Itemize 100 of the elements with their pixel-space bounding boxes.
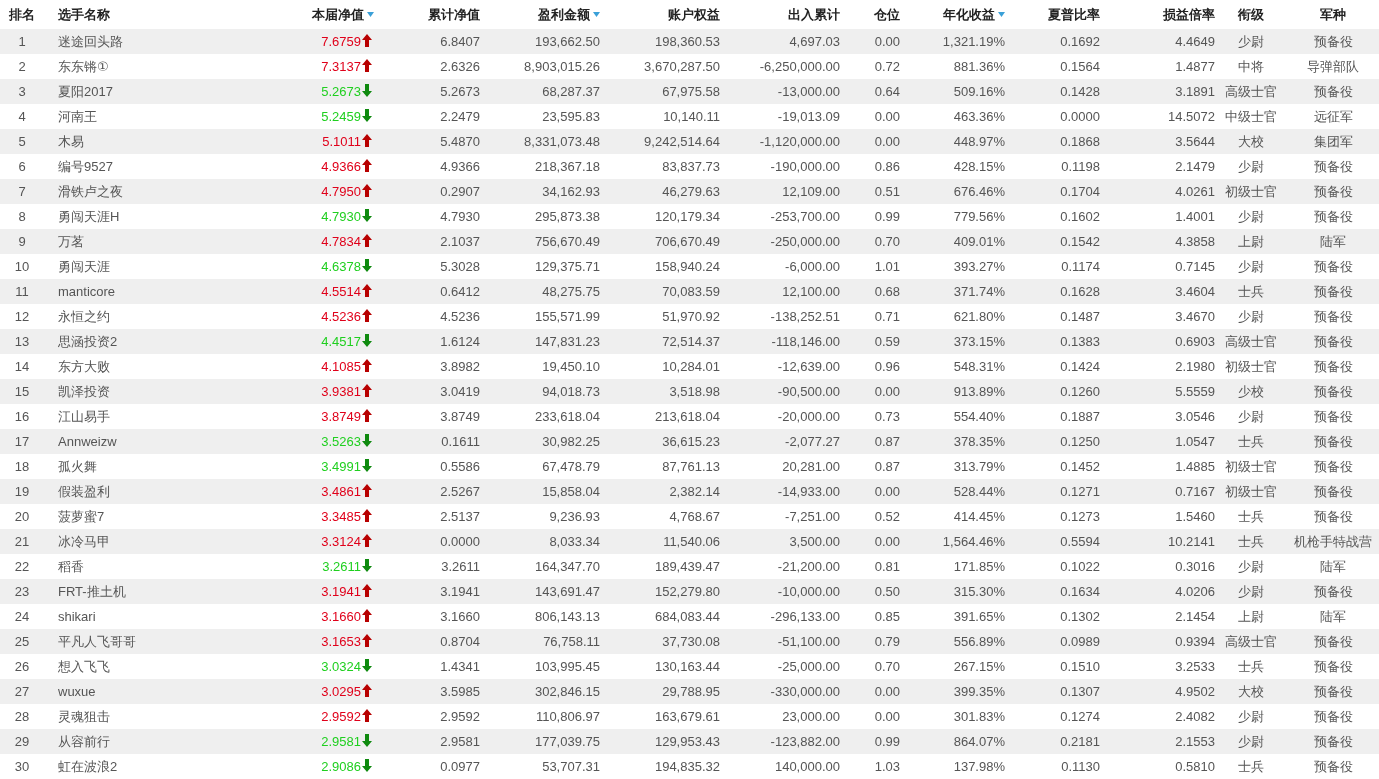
- position-cell: 0.00: [874, 534, 900, 549]
- nav-cell: 7.6759: [321, 34, 361, 49]
- equity-cell: 11,540.06: [663, 534, 720, 549]
- equity-cell: 189,439.47: [654, 559, 720, 574]
- military-rank-cell: 士兵: [1238, 432, 1264, 451]
- military-rank-cell: 士兵: [1238, 507, 1264, 526]
- branch-cell: 预备役: [1313, 332, 1353, 351]
- position-cell: 0.52: [874, 509, 900, 524]
- sharpe-cell: 0.1564: [1060, 59, 1100, 74]
- profit-cell: 68,287.37: [542, 84, 600, 99]
- profit-cell: 8,033.34: [549, 534, 600, 549]
- position-cell: 0.50: [874, 584, 900, 599]
- flow-cell: -138,252.51: [770, 309, 840, 324]
- sharpe-cell: 0.1602: [1060, 209, 1100, 224]
- position-cell: 0.73: [874, 409, 900, 424]
- nav-cell: 4.7834: [321, 234, 361, 249]
- nav-cell: 5.2459: [321, 109, 361, 124]
- player-name-cell: 假装盈利: [58, 482, 110, 501]
- sharpe-cell: 0.1634: [1060, 584, 1100, 599]
- column-header: 排名: [9, 5, 35, 24]
- player-name-cell: 冰冷马甲: [58, 532, 110, 551]
- flow-cell: 20,281.00: [782, 459, 840, 474]
- profit-cell: 233,618.04: [534, 409, 600, 424]
- rank-cell: 26: [14, 659, 30, 674]
- flow-cell: -7,251.00: [785, 509, 840, 524]
- sharpe-cell: 0.1704: [1060, 184, 1100, 199]
- sharpe-cell: 0.0000: [1060, 109, 1100, 124]
- sort-down-icon[interactable]: [367, 12, 374, 17]
- profit-cell: 34,162.93: [542, 184, 600, 199]
- position-cell: 0.99: [874, 734, 900, 749]
- sort-down-icon[interactable]: [998, 12, 1005, 17]
- column-header[interactable]: 盈利金额: [538, 5, 590, 24]
- annual-return-cell: 373.15%: [953, 334, 1005, 349]
- military-rank-cell: 少尉: [1238, 557, 1264, 576]
- cumulative-nav-cell: 3.0419: [440, 384, 480, 399]
- equity-cell: 213,618.04: [654, 409, 720, 424]
- equity-cell: 67,975.58: [662, 84, 720, 99]
- cumulative-nav-cell: 0.0000: [440, 534, 480, 549]
- flow-cell: 12,100.00: [782, 284, 840, 299]
- column-header: 军种: [1320, 5, 1346, 24]
- profit-cell: 103,995.45: [534, 659, 600, 674]
- pl-ratio-cell: 5.5559: [1175, 384, 1215, 399]
- column-header: 衔级: [1238, 5, 1264, 24]
- sharpe-cell: 0.1428: [1060, 84, 1100, 99]
- nav-cell: 3.4991: [321, 459, 361, 474]
- annual-return-cell: 428.15%: [953, 159, 1005, 174]
- position-cell: 0.00: [874, 484, 900, 499]
- position-cell: 0.96: [874, 359, 900, 374]
- pl-ratio-cell: 1.4877: [1175, 59, 1215, 74]
- nav-cell: 3.8749: [321, 409, 361, 424]
- rank-cell: 7: [18, 184, 26, 199]
- annual-return-cell: 881.36%: [953, 59, 1005, 74]
- column-header[interactable]: 年化收益: [943, 5, 995, 24]
- annual-return-cell: 171.85%: [953, 559, 1005, 574]
- position-cell: 0.85: [874, 609, 900, 624]
- position-cell: 0.00: [874, 109, 900, 124]
- annual-return-cell: 779.56%: [953, 209, 1005, 224]
- column-header: 损益倍率: [1163, 5, 1215, 24]
- pl-ratio-cell: 4.9502: [1175, 684, 1215, 699]
- profit-cell: 30,982.25: [542, 434, 600, 449]
- branch-cell: 预备役: [1313, 82, 1353, 101]
- sharpe-cell: 0.1307: [1060, 684, 1100, 699]
- column-header[interactable]: 本届净值: [312, 5, 364, 24]
- profit-cell: 48,275.75: [542, 284, 600, 299]
- flow-cell: -21,200.00: [777, 559, 840, 574]
- column-header: 累计净值: [428, 5, 480, 24]
- profit-cell: 8,903,015.26: [524, 59, 600, 74]
- branch-cell: 预备役: [1313, 582, 1353, 601]
- flow-cell: -296,133.00: [770, 609, 840, 624]
- sort-down-icon[interactable]: [593, 12, 600, 17]
- military-rank-cell: 初级士官: [1225, 457, 1277, 476]
- position-cell: 0.00: [874, 709, 900, 724]
- position-cell: 0.64: [874, 84, 900, 99]
- nav-cell: 4.4517: [321, 334, 361, 349]
- nav-cell: 2.9581: [321, 734, 361, 749]
- sharpe-cell: 0.1302: [1060, 609, 1100, 624]
- profit-cell: 806,143.13: [534, 609, 600, 624]
- rank-cell: 13: [14, 334, 30, 349]
- annual-return-cell: 409.01%: [953, 234, 1005, 249]
- branch-cell: 预备役: [1313, 407, 1353, 426]
- player-name-cell: FRT-推土机: [58, 582, 126, 601]
- military-rank-cell: 少校: [1238, 382, 1264, 401]
- cumulative-nav-cell: 2.1037: [440, 234, 480, 249]
- profit-cell: 129,375.71: [534, 259, 600, 274]
- player-name-cell: 菠萝蜜7: [58, 507, 105, 526]
- cumulative-nav-cell: 3.8749: [440, 409, 480, 424]
- annual-return-cell: 371.74%: [953, 284, 1005, 299]
- sharpe-cell: 0.0989: [1060, 634, 1100, 649]
- flow-cell: -1,120,000.00: [759, 134, 840, 149]
- profit-cell: 295,873.38: [534, 209, 600, 224]
- military-rank-cell: 上尉: [1238, 232, 1264, 251]
- sharpe-cell: 0.1273: [1060, 509, 1100, 524]
- flow-cell: -25,000.00: [777, 659, 840, 674]
- position-cell: 0.70: [874, 234, 900, 249]
- annual-return-cell: 267.15%: [953, 659, 1005, 674]
- profit-cell: 193,662.50: [534, 34, 600, 49]
- flow-cell: -13,000.00: [777, 84, 840, 99]
- equity-cell: 130,163.44: [654, 659, 720, 674]
- sharpe-cell: 0.1130: [1061, 759, 1100, 774]
- equity-cell: 706,670.49: [654, 234, 720, 249]
